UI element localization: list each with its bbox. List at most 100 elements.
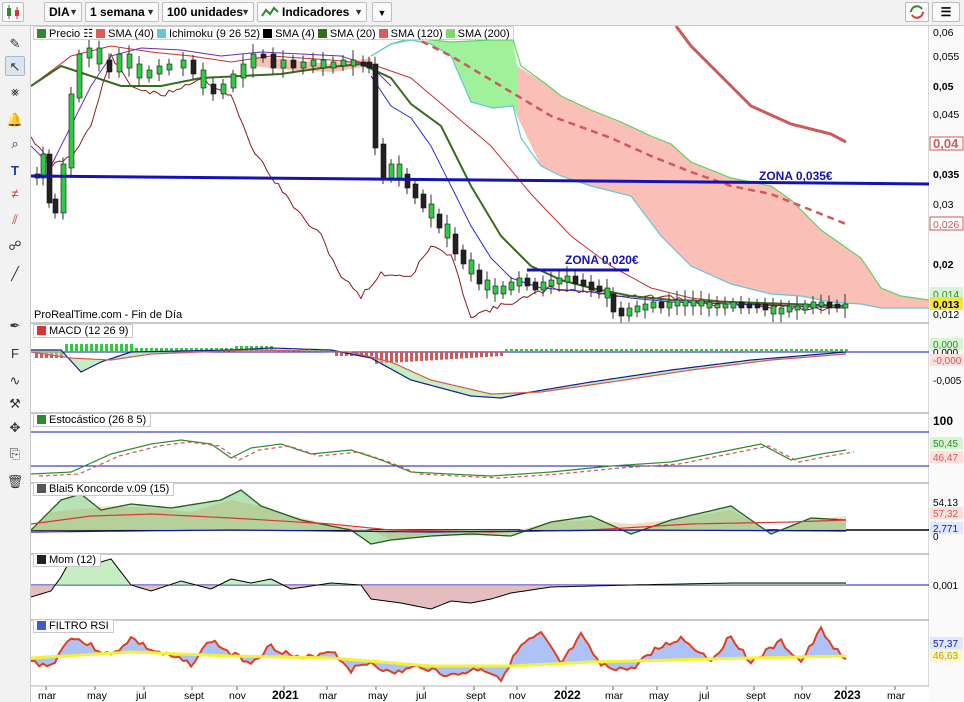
candle-up: [642, 303, 649, 311]
channel-icon[interactable]: ⫽: [5, 210, 25, 230]
panel-color-swatch: [37, 484, 46, 493]
trendline-node-icon[interactable]: ☍: [5, 236, 25, 256]
cursor-icon[interactable]: ↖: [5, 56, 25, 76]
rsi-title-label: FILTRO RSI: [49, 620, 109, 632]
legend-label: SMA (120): [390, 28, 443, 40]
price-legend: Precio ☷ SMA (40) Ichimoku (9 26 52) SMA (4…: [33, 26, 514, 40]
candle-down: [290, 59, 297, 69]
pencil-icon[interactable]: ✎: [5, 34, 25, 54]
macd-histogram-bar: [775, 349, 778, 352]
units-selector[interactable]: 100 unidades ▼: [162, 2, 254, 22]
candle-down: [52, 198, 59, 214]
macd-histogram-bar: [750, 349, 753, 352]
macd-histogram-bar: [415, 352, 418, 362]
mom-tick-label: 0,001: [933, 581, 958, 592]
symbol-label: DIA: [49, 5, 70, 19]
macd-histogram-bar: [130, 344, 133, 352]
candle-up: [706, 301, 713, 309]
legend-item[interactable]: SMA (20): [315, 28, 376, 40]
candle-up: [280, 59, 287, 69]
candle-up: [794, 305, 801, 311]
macd-histogram-bar: [70, 344, 73, 352]
hammer-icon[interactable]: ⚒: [5, 394, 25, 414]
macd-histogram-bar: [560, 349, 563, 352]
candle-up: [240, 63, 247, 79]
macd-histogram-bar: [675, 349, 678, 352]
macd-histogram-bar: [650, 349, 653, 352]
price-tick-label: 0,035: [933, 169, 959, 181]
fibonacci-icon[interactable]: ≠: [5, 184, 25, 204]
candle-up: [714, 303, 721, 309]
candle-up: [146, 69, 153, 79]
legend-menu-icon[interactable]: ☷: [80, 28, 93, 40]
ruler-icon[interactable]: ⨳: [5, 82, 25, 102]
legend-item[interactable]: SMA (200): [443, 28, 510, 40]
macd-histogram-bar: [100, 344, 103, 352]
macd-histogram-bar: [545, 349, 548, 352]
text-icon[interactable]: T: [5, 161, 25, 181]
menu-button[interactable]: ☰: [932, 2, 960, 22]
hamburger-icon: ☰: [940, 5, 952, 19]
legend-item[interactable]: Ichimoku (9 26 52): [154, 28, 260, 40]
chart-area[interactable]: ZONA 0,035€ZONA 0,020€0,060,0550,050,045…: [31, 26, 964, 702]
zona-035-label: ZONA 0,035€: [759, 169, 833, 183]
rsi-title: FILTRO RSI: [33, 619, 114, 633]
legend-swatch: [156, 29, 166, 38]
legend-label: SMA (40): [108, 28, 154, 40]
move-icon[interactable]: ✥: [5, 418, 25, 438]
candle-down: [762, 303, 769, 311]
period-selector[interactable]: 1 semana ▼: [85, 2, 159, 22]
candle-up: [320, 59, 327, 69]
legend-item[interactable]: SMA (120): [376, 28, 443, 40]
x-tick-label: mar: [605, 690, 624, 702]
refresh-icon[interactable]: [905, 2, 929, 22]
alarm-bell-icon[interactable]: 🔔: [5, 110, 25, 130]
fibonacci-f-icon[interactable]: F: [5, 344, 25, 364]
macd-tick-label: -0,000: [933, 356, 962, 367]
line-icon[interactable]: ╱: [5, 264, 25, 284]
macd-histogram-bar: [805, 349, 808, 352]
legend-label: SMA (200): [457, 28, 510, 40]
more-options-button[interactable]: ▼: [372, 2, 392, 22]
candle-up: [40, 153, 47, 179]
macd-histogram-bar: [585, 349, 588, 352]
legend-swatch: [445, 29, 455, 38]
indicators-button[interactable]: Indicadores ▼: [257, 2, 367, 22]
macd-histogram-bar: [795, 349, 798, 352]
macd-histogram-bar: [335, 352, 338, 356]
macd-histogram-bar: [820, 349, 823, 352]
macd-histogram-bar: [640, 349, 643, 352]
candle-down: [588, 281, 595, 291]
legend-swatch: [378, 29, 388, 38]
macd-histogram-bar: [505, 349, 508, 352]
candle-down: [366, 61, 373, 69]
stoch-title: Estocástico (26 8 5): [33, 413, 152, 427]
candle-up: [564, 275, 571, 283]
copy-icon[interactable]: ⎘: [5, 444, 25, 464]
chevron-down-icon: ▼: [377, 8, 387, 18]
macd-histogram-bar: [600, 349, 603, 352]
paint-icon[interactable]: ✒: [5, 316, 25, 336]
symbol-selector[interactable]: DIA ▼: [44, 2, 82, 22]
macd-histogram-bar: [645, 349, 648, 352]
pattern-icon[interactable]: ∿: [5, 371, 25, 391]
macd-histogram-bar: [120, 344, 123, 352]
x-tick-label: nov: [794, 690, 812, 702]
macd-histogram-bar: [720, 349, 723, 352]
legend-item[interactable]: SMA (40): [93, 28, 154, 40]
legend-item[interactable]: SMA (4): [260, 28, 315, 40]
candle-up: [468, 259, 475, 275]
x-tick-label: nov: [509, 690, 527, 702]
candle-down: [746, 303, 753, 309]
macd-histogram-bar: [405, 352, 408, 362]
legend-item[interactable]: Precio ☷: [34, 28, 93, 40]
candle-down: [834, 303, 841, 309]
legend-label: Ichimoku (9 26 52): [168, 28, 261, 40]
macd-histogram-bar: [575, 349, 578, 352]
candlestick-icon[interactable]: [2, 2, 24, 22]
macd-histogram-bar: [570, 349, 573, 352]
zoom-icon[interactable]: ⌕: [5, 134, 25, 154]
watermark: ProRealTime.com - Fin de Día: [34, 309, 183, 321]
trash-icon[interactable]: 🗑: [5, 472, 25, 492]
candle-up: [778, 307, 785, 315]
